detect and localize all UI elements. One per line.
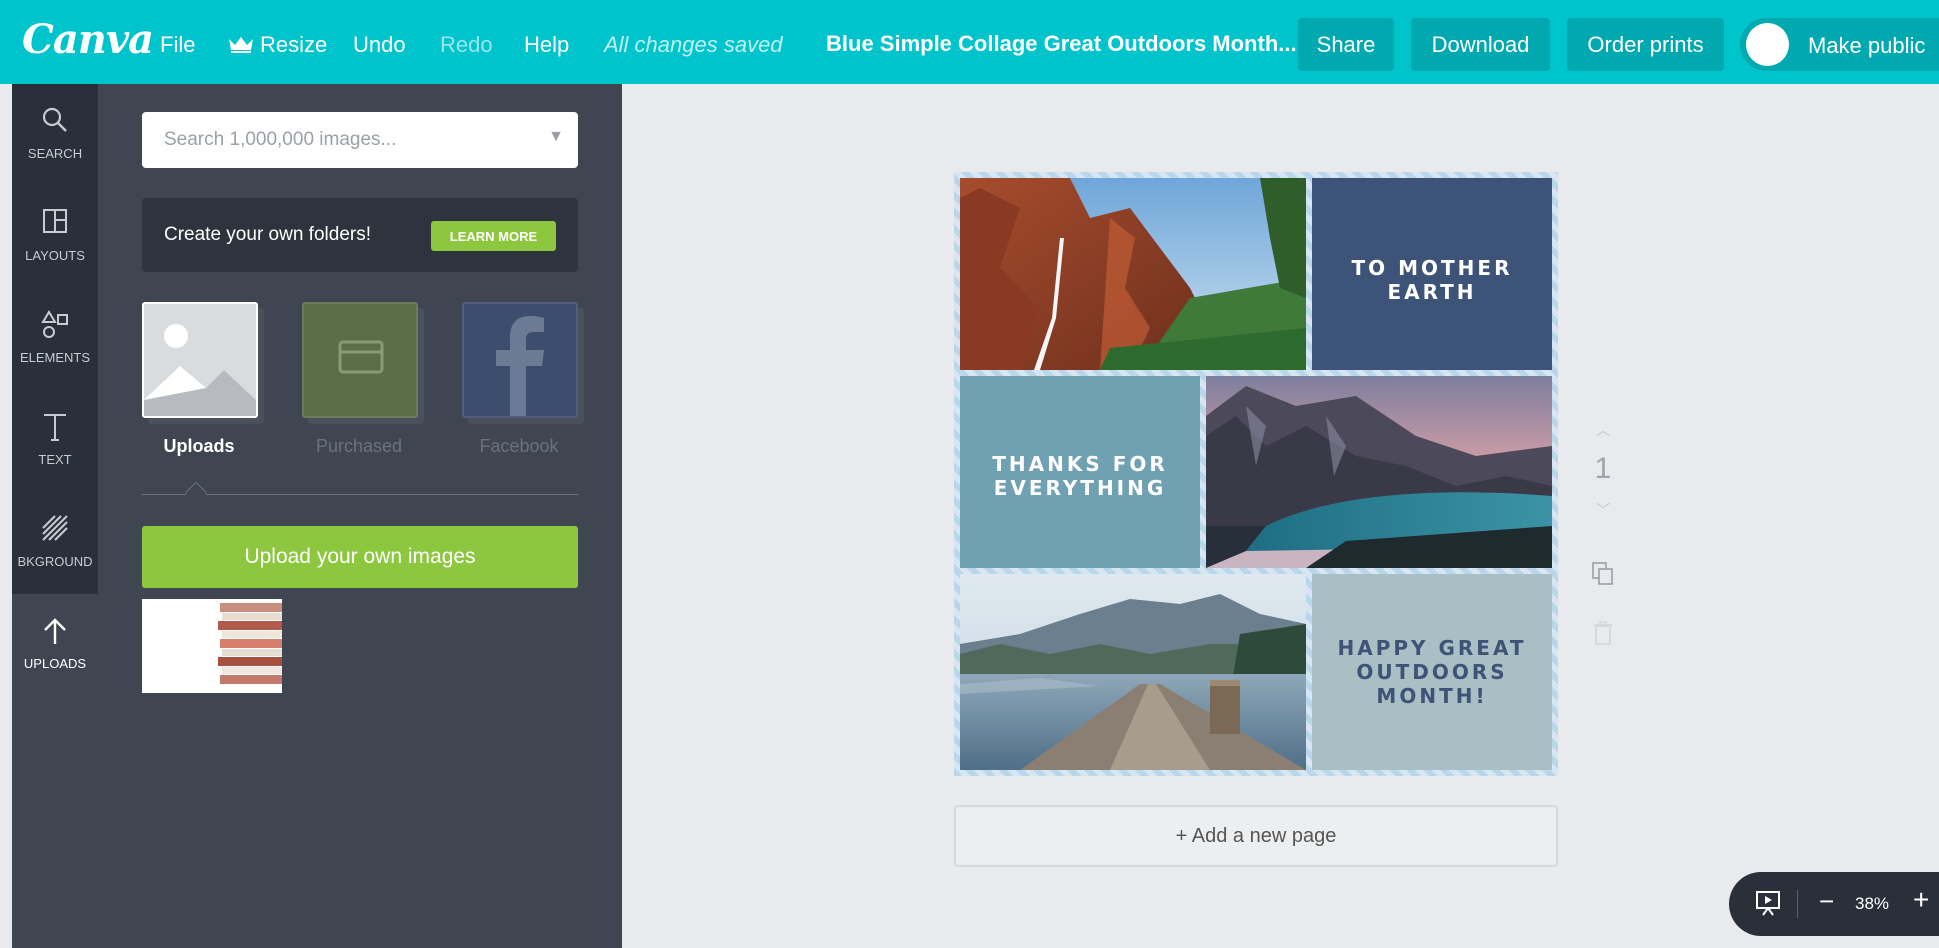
credit-card-icon: [338, 340, 384, 374]
rail-label: LAYOUTS: [25, 248, 85, 263]
rail-item-text[interactable]: TEXT: [12, 390, 98, 492]
move-page-up-icon[interactable]: ︿: [1588, 420, 1618, 440]
add-new-page-button[interactable]: + Add a new page: [954, 805, 1558, 867]
facebook-tab-label[interactable]: Facebook: [444, 436, 594, 457]
zoom-out-button[interactable]: −: [1819, 886, 1834, 917]
folders-promo: Create your own folders! LEARN MORE: [142, 198, 578, 272]
canva-logo[interactable]: Canva: [22, 16, 154, 63]
help-menu[interactable]: Help: [524, 32, 569, 58]
upload-arrow-icon: [12, 616, 98, 653]
image-search-box[interactable]: ▼: [142, 112, 578, 168]
rail-filler: [12, 696, 98, 948]
download-button[interactable]: Download: [1411, 18, 1550, 71]
text-block-thanks[interactable]: THANKS FOR EVERYTHING: [960, 376, 1200, 568]
cliff-waterfall-photo[interactable]: [960, 178, 1306, 370]
zoom-level: 38%: [1855, 894, 1890, 913]
uploads-tile[interactable]: [142, 302, 258, 418]
dropdown-caret-icon[interactable]: ▼: [548, 128, 564, 146]
rail-item-background[interactable]: BKGROUND: [12, 492, 98, 594]
document-title[interactable]: Blue Simple Collage Great Outdoors Month…: [826, 31, 1297, 57]
elements-icon: [12, 310, 98, 347]
happy-outdoors-text[interactable]: HAPPY GREAT OUTDOORS MONTH!: [1312, 636, 1552, 708]
background-icon: [12, 514, 98, 549]
text-icon: [12, 412, 98, 449]
mother-earth-text[interactable]: TO MOTHER EARTH: [1312, 256, 1552, 304]
delete-page-icon[interactable]: [1588, 620, 1618, 651]
uploaded-image-thumbnail[interactable]: [142, 599, 282, 693]
image-placeholder-icon: [144, 304, 256, 416]
learn-more-button[interactable]: LEARN MORE: [431, 221, 556, 251]
share-button[interactable]: Share: [1298, 18, 1394, 71]
resize-label: Resize: [260, 32, 328, 57]
file-menu[interactable]: File: [160, 32, 195, 58]
layouts-icon: [12, 208, 98, 241]
mountain-lake-photo[interactable]: [1206, 376, 1552, 568]
search-icon: [12, 106, 98, 141]
facebook-tile[interactable]: [462, 302, 578, 418]
resize-menu[interactable]: Resize: [228, 32, 327, 58]
text-block-happy-outdoors[interactable]: HAPPY GREAT OUTDOORS MONTH!: [1312, 574, 1552, 770]
move-page-down-icon[interactable]: ﹀: [1588, 500, 1618, 520]
top-bar: Canva File Resize Undo Redo Help All cha…: [0, 0, 1939, 84]
toggle-knob: [1746, 23, 1789, 66]
left-rail: SEARCH LAYOUTS ELEMENTS TEXT BKGROUND UP…: [12, 84, 98, 948]
copy-page-icon[interactable]: [1588, 560, 1618, 593]
purchased-tab-label[interactable]: Purchased: [284, 436, 434, 457]
rail-label: SEARCH: [27, 146, 83, 161]
presentation-icon[interactable]: [1755, 890, 1781, 916]
folders-text: Create your own folders!: [164, 224, 371, 245]
crown-icon: [229, 37, 253, 53]
order-prints-button[interactable]: Order prints: [1567, 18, 1724, 71]
redo-button[interactable]: Redo: [440, 32, 493, 58]
upload-images-button[interactable]: Upload your own images: [142, 526, 578, 588]
search-input[interactable]: [142, 112, 542, 168]
tab-divider: [142, 494, 578, 495]
pier-lake-photo[interactable]: [960, 574, 1306, 770]
uploads-panel: ▼ Create your own folders! LEARN MORE Up…: [98, 84, 622, 948]
zoom-divider: [1797, 890, 1798, 918]
rail-label: UPLOADS: [23, 656, 87, 671]
rail-item-elements[interactable]: ELEMENTS: [12, 288, 98, 390]
rail-item-uploads[interactable]: UPLOADS: [12, 594, 98, 696]
rail-item-search[interactable]: SEARCH: [12, 84, 98, 186]
rail-label: ELEMENTS: [19, 350, 91, 365]
rail-label: BKGROUND: [17, 554, 93, 569]
facebook-icon: [496, 316, 544, 416]
undo-button[interactable]: Undo: [353, 32, 406, 58]
purchased-tile[interactable]: [302, 302, 418, 418]
zoom-controls: − 38% +: [1729, 872, 1939, 936]
make-public-label: Make public: [1808, 33, 1926, 58]
active-tab-indicator: [184, 481, 208, 505]
thanks-text[interactable]: THANKS FOR EVERYTHING: [960, 452, 1200, 500]
text-block-mother-earth[interactable]: TO MOTHER EARTH: [1312, 178, 1552, 370]
zoom-in-button[interactable]: +: [1913, 884, 1929, 916]
page-number: 1: [1594, 452, 1612, 485]
save-status: All changes saved: [604, 32, 783, 57]
make-public-toggle[interactable]: Make public: [1740, 18, 1939, 71]
rail-item-layouts[interactable]: LAYOUTS: [12, 186, 98, 288]
design-page[interactable]: TO MOTHER EARTH THANKS FOR EVERYTHING HA…: [954, 172, 1558, 776]
uploads-tab-label[interactable]: Uploads: [124, 436, 274, 457]
rail-label: TEXT: [38, 452, 72, 467]
